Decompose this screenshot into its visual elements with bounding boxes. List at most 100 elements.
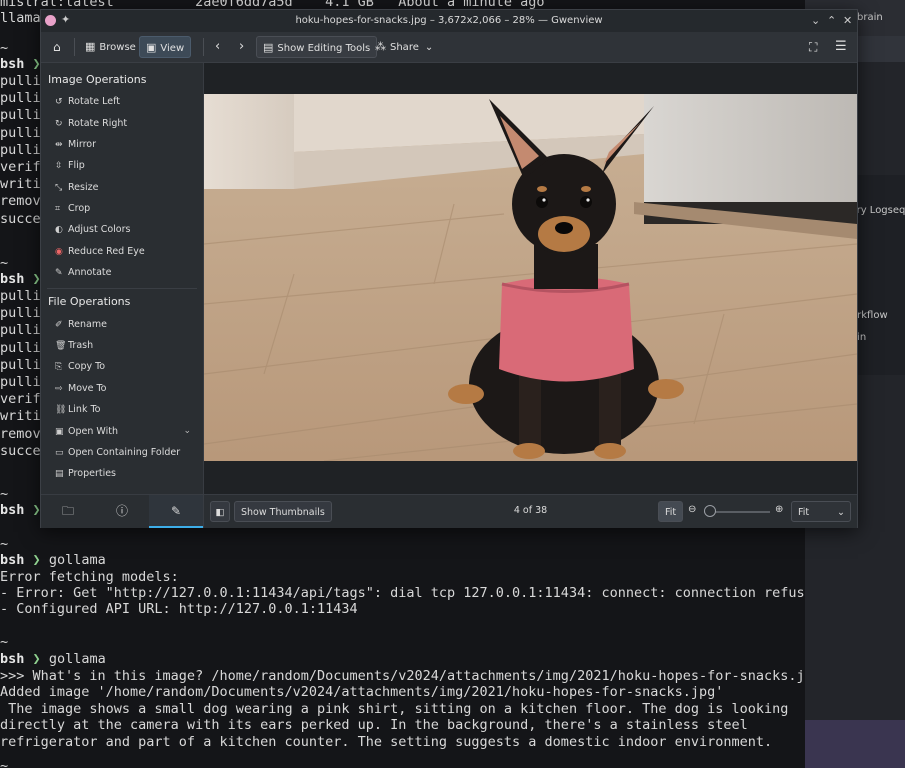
next-button[interactable]: › [233,36,250,58]
terminal-tilde: ~ [0,536,9,552]
chevron-left-icon: ‹ [215,39,221,54]
terminal-prompt: bsh ❯ [0,271,41,287]
move-to-action[interactable]: ⇨ Move To [55,383,107,394]
chevron-down-icon[interactable]: ⌄ [811,14,820,27]
rename-action[interactable]: ✐ Rename [55,319,107,330]
mirror-icon: ⇹ [55,140,63,150]
terminal-chat-line: refrigerator and part of a kitchen count… [0,734,773,750]
terminal-prompt: bsh ❯ [0,502,41,518]
terminal-line: pulli [0,73,41,89]
zoom-out-icon[interactable]: ⊖ [688,504,696,515]
folder-icon: ▭ [55,448,64,458]
annotate-icon: ✎ [55,268,63,278]
terminal-error-line: - Configured API URL: http://127.0.0.1:1… [0,601,358,617]
copy-to-action[interactable]: ⎘ Copy To [55,361,105,372]
copy-icon: ⎘ [55,362,63,372]
tab-operations[interactable]: ✎ [149,495,203,528]
section-divider [47,288,197,289]
info-icon: ⓘ [115,504,128,518]
properties-icon: ▤ [55,469,64,479]
main-toolbar: ⌂ ▦ Browse ▣ View ‹ › ▤ Show Editing Tools … [41,32,857,63]
hamburger-icon: ☰ [835,39,847,54]
rotate-left-action[interactable]: ↺ Rotate Left [55,96,120,107]
resize-icon: ⤡ [55,183,63,193]
dog-photo-illustration [204,94,857,461]
toolbar-separator [203,38,204,56]
crop-icon: ⌗ [55,204,61,214]
crop-action[interactable]: ⌗ Crop [55,203,90,214]
close-icon[interactable]: ✕ [843,14,852,27]
terminal-line: pulli [0,107,41,124]
flip-action[interactable]: ⇳ Flip [55,160,85,171]
rotate-right-icon: ↻ [55,119,63,129]
zoom-in-icon[interactable]: ⊕ [775,504,783,515]
terminal-line: pulli [0,339,41,356]
terminal-line: remov [0,193,41,210]
terminal-line: pulli [0,356,41,373]
photo-dog-in-pink-shirt [204,94,857,461]
open-containing-folder-action[interactable]: ▭ Open Containing Folder [55,447,180,458]
show-editing-tools-button[interactable]: ▤ Show Editing Tools [256,36,378,58]
pencil-icon: ✎ [170,504,182,518]
flip-icon: ⇳ [55,161,63,171]
chevron-down-icon: ⌄ [837,507,845,518]
terminal-line: remov [0,425,41,442]
editing-tools-icon: ▤ [263,41,274,54]
file-operations-title: File Operations [48,295,131,308]
move-icon: ⇨ [55,384,63,394]
fullscreen-button[interactable]: ⛶ [803,36,823,58]
view-button[interactable]: ▣ View [139,36,192,58]
chevron-down-icon: ⌄ [183,426,191,436]
image-icon: ▣ [146,41,157,54]
terminal-tilde: ~ [0,486,9,502]
window-title: hoku-hopes-for-snacks.jpg – 3,672x2,066 … [295,15,603,26]
reduce-red-eye-action[interactable]: ◉ Reduce Red Eye [55,246,145,257]
status-bar: ◧ Show Thumbnails 4 of 38 Fit ⊖ ⊕ Fit ⌄ [204,494,857,528]
rename-icon: ✐ [55,320,63,330]
terminal-tilde: ~ [0,40,9,56]
terminal-command: bsh ❯ gollama [0,552,106,568]
terminal-error-line: Error fetching models: [0,569,179,585]
open-with-action[interactable]: ▣ Open With ⌄ [55,426,191,437]
browse-button[interactable]: ▦ Browse [79,36,142,58]
gwenview-window: ✦ hoku-hopes-for-snacks.jpg – 3,672x2,06… [40,9,858,528]
chevron-up-icon[interactable]: ⌃ [827,14,836,27]
terminal-tilde: ~ [0,255,9,271]
image-operations-title: Image Operations [48,73,147,86]
zoom-select[interactable]: Fit ⌄ [791,501,851,522]
open-with-icon: ▣ [55,427,64,437]
tab-information[interactable]: ⓘ [95,495,149,528]
window-titlebar: ✦ hoku-hopes-for-snacks.jpg – 3,672x2,06… [41,10,857,32]
terminal-chat-line: directly at the camera with its ears per… [0,717,748,733]
chevron-right-icon: › [239,39,245,54]
rotate-right-action[interactable]: ↻ Rotate Right [55,118,127,129]
zoom-slider-handle[interactable] [704,505,716,517]
properties-action[interactable]: ▤ Properties [55,468,116,479]
share-button[interactable]: ⁂ Share ⌄ [369,36,439,58]
image-viewer[interactable] [204,63,857,494]
adjust-colors-action[interactable]: ◐ Adjust Colors [55,224,130,235]
previous-button[interactable]: ‹ [209,36,226,58]
fit-button[interactable]: Fit [658,501,684,522]
terminal-chat-line: The image shows a small dog wearing a pi… [0,701,789,717]
home-icon: ⌂ [53,40,61,54]
terminal-line: pulli [0,90,41,107]
terminal-line: verif [0,391,41,408]
mirror-action[interactable]: ⇹ Mirror [55,139,96,150]
link-to-action[interactable]: ⛓ Link To [55,404,100,415]
tab-folders[interactable]: 🗀 [41,495,95,528]
hamburger-menu-button[interactable]: ☰ [829,36,853,58]
resize-action[interactable]: ⤡ Resize [55,182,98,193]
annotate-action[interactable]: ✎ Annotate [55,267,111,278]
adjust-colors-icon: ◐ [55,225,63,235]
link-icon: ⛓ [55,405,67,415]
sidebar: Image Operations ↺ Rotate Left ↻ Rotate Ri… [41,63,204,494]
terminal-chat-line: >>> What's in this image? /home/random/D… [0,668,805,684]
rotate-left-icon: ↺ [55,97,63,107]
terminal-command: bsh ❯ gollama [0,651,106,667]
home-button[interactable]: ⌂ [47,36,67,58]
terminal-tilde: ~ [0,758,9,768]
terminal-line: writi [0,176,41,193]
terminal-line: pulli [0,288,41,304]
trash-action[interactable]: 🗑 Trash [55,340,93,351]
